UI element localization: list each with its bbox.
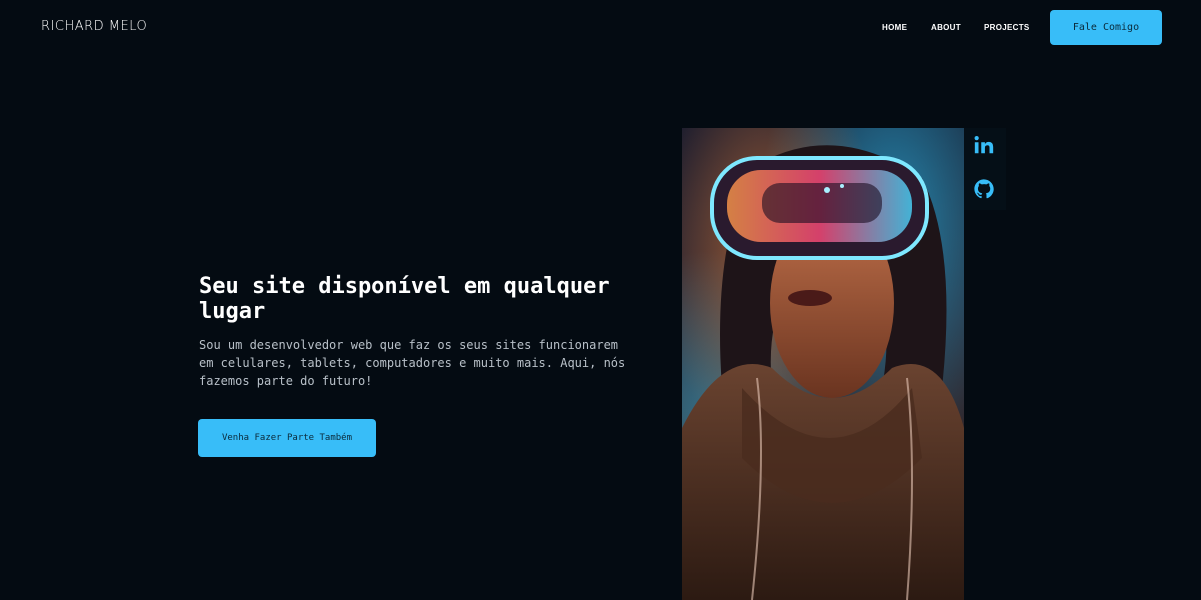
cta-button[interactable]: Venha Fazer Parte Também: [198, 419, 376, 457]
brand-logo[interactable]: RICHARD MELO: [41, 19, 147, 34]
hero-subtitle: Sou um desenvolvedor web que faz os seus…: [199, 338, 626, 388]
contact-button[interactable]: Fale Comigo: [1050, 10, 1162, 45]
nav-about[interactable]: ABOUT: [931, 23, 961, 32]
nav-home[interactable]: HOME: [882, 23, 907, 32]
hero-illustration: [682, 145, 964, 600]
page: RICHARD MELO HOME ABOUT PROJECTS Fale Co…: [0, 0, 1201, 600]
nav-projects[interactable]: PROJECTS: [984, 23, 1030, 32]
hero-image: [682, 128, 964, 600]
github-icon[interactable]: [973, 178, 995, 200]
hero-headline: Seu site disponível em qualquer lugar: [199, 274, 610, 324]
linkedin-icon[interactable]: [973, 134, 995, 156]
social-bar: [964, 128, 1006, 210]
